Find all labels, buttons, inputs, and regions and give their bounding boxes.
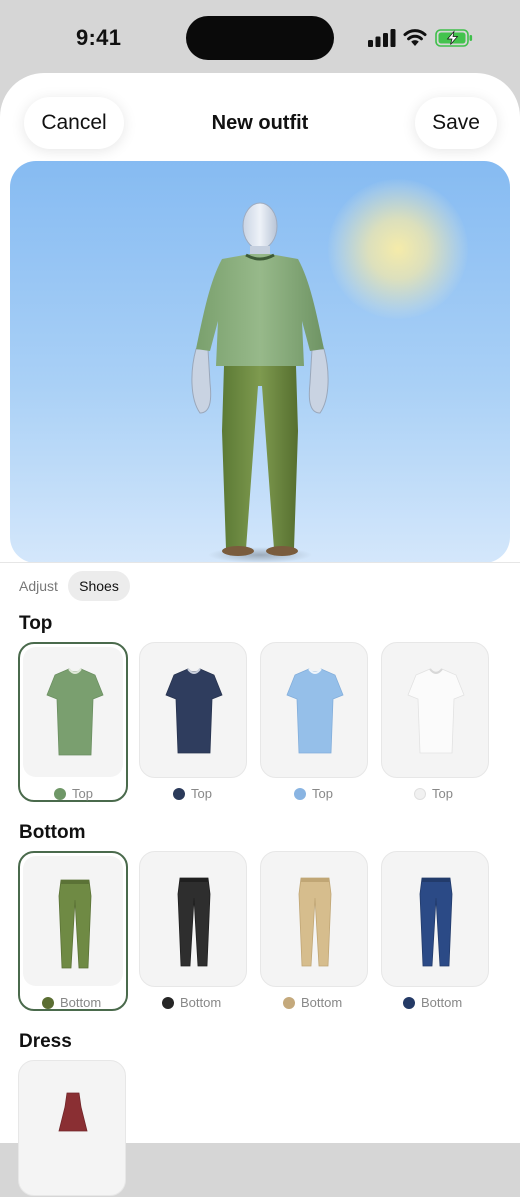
pants-icon bbox=[58, 879, 92, 969]
item-label: Top bbox=[432, 786, 453, 801]
outfit-preview[interactable] bbox=[10, 161, 510, 563]
section-title-top: Top bbox=[19, 613, 53, 634]
item-label: Top bbox=[312, 786, 333, 801]
wifi-icon bbox=[403, 29, 427, 46]
bottom-item-card[interactable] bbox=[381, 851, 489, 987]
bottom-item-card[interactable]: Bottom bbox=[18, 851, 128, 1011]
section-title-bottom: Bottom bbox=[19, 822, 86, 843]
t-shirt-icon bbox=[165, 668, 223, 754]
tab-adjust[interactable]: Adjust bbox=[19, 578, 58, 594]
item-caption: Bottom bbox=[403, 994, 462, 1012]
dynamic-island bbox=[186, 16, 334, 60]
pants-icon bbox=[419, 877, 453, 967]
color-swatch bbox=[294, 788, 306, 800]
t-shirt-icon bbox=[46, 668, 104, 756]
item-caption: Bottom bbox=[283, 994, 342, 1012]
divider bbox=[0, 562, 520, 563]
top-item-card[interactable] bbox=[260, 642, 368, 778]
color-swatch bbox=[414, 788, 426, 800]
item-label: Bottom bbox=[60, 995, 102, 1010]
color-swatch bbox=[42, 997, 54, 1009]
status-time: 9:41 bbox=[76, 25, 122, 50]
color-swatch bbox=[283, 997, 295, 1009]
cellular-signal-icon bbox=[368, 29, 396, 47]
bottom-item-card[interactable] bbox=[139, 851, 247, 987]
item-caption: Top bbox=[173, 785, 212, 803]
pants-icon bbox=[177, 877, 211, 967]
t-shirt-icon bbox=[407, 668, 465, 754]
pants-icon bbox=[298, 877, 332, 967]
card-thumbnail bbox=[23, 647, 123, 777]
card-thumbnail bbox=[23, 856, 123, 986]
top-item-card[interactable] bbox=[381, 642, 489, 778]
color-swatch bbox=[403, 997, 415, 1009]
color-swatch bbox=[54, 788, 66, 800]
save-button[interactable]: Save bbox=[415, 97, 497, 149]
item-caption: Top bbox=[294, 785, 333, 803]
section-title-dress: Dress bbox=[19, 1031, 72, 1052]
item-caption: Top bbox=[54, 785, 93, 803]
color-swatch bbox=[173, 788, 185, 800]
battery-charging-icon bbox=[435, 29, 473, 47]
bottom-item-card[interactable] bbox=[260, 851, 368, 987]
item-caption: Top bbox=[414, 785, 453, 803]
item-label: Top bbox=[191, 786, 212, 801]
color-swatch bbox=[162, 997, 174, 1009]
dress-item-card[interactable] bbox=[18, 1060, 126, 1196]
item-caption: Bottom bbox=[162, 994, 221, 1012]
item-caption: Bottom bbox=[42, 994, 101, 1012]
item-label: Bottom bbox=[301, 995, 343, 1010]
top-item-card[interactable] bbox=[139, 642, 247, 778]
top-item-card[interactable]: Top bbox=[18, 642, 128, 802]
tab-shoes[interactable]: Shoes bbox=[68, 571, 130, 601]
item-label: Top bbox=[72, 786, 93, 801]
t-shirt-icon bbox=[286, 668, 344, 754]
dress-icon bbox=[58, 1092, 88, 1132]
tab-bar: Adjust Shoes bbox=[0, 570, 520, 602]
item-label: Bottom bbox=[421, 995, 463, 1010]
item-label: Bottom bbox=[180, 995, 222, 1010]
status-bar: 9:41 bbox=[0, 0, 520, 72]
mannequin-figure bbox=[191, 202, 329, 563]
